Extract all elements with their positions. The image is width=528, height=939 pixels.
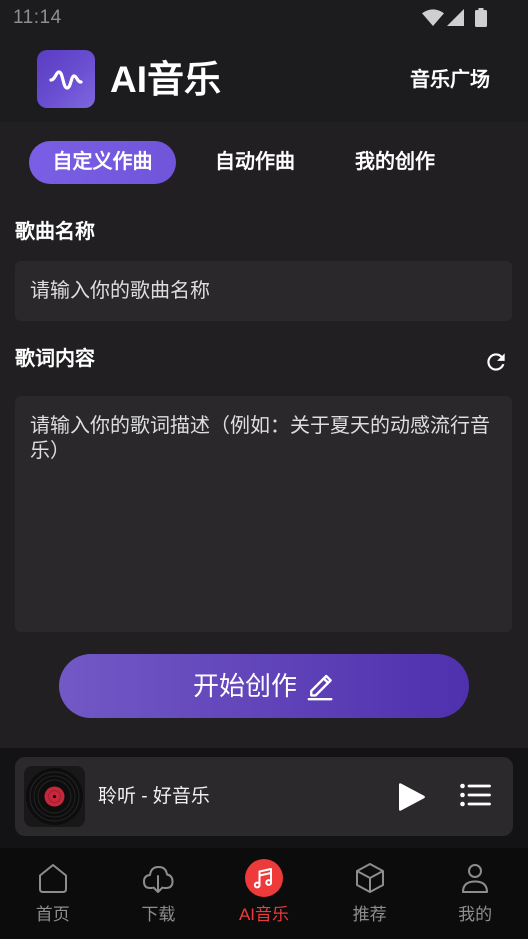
tab-my-creations[interactable]: 我的创作 [345, 141, 445, 184]
lyrics-textarea[interactable] [15, 396, 512, 632]
pencil-icon [305, 671, 335, 701]
playlist-button[interactable] [460, 783, 491, 807]
playlist-icon [460, 783, 491, 807]
song-name-input[interactable] [15, 261, 512, 321]
app-title: AI音乐 [110, 59, 221, 100]
vinyl-record-icon [24, 766, 85, 827]
app-header: AI音乐 音乐广场 [0, 36, 528, 122]
nav-item-ai-music[interactable]: AI音乐 [211, 848, 317, 939]
waveform-icon [37, 50, 95, 108]
start-compose-label: 开始创作 [192, 671, 297, 701]
bottom-nav: 首页 下载 AI音乐 推荐 我的 [0, 848, 528, 939]
lyrics-label: 歌词内容 [15, 348, 95, 370]
tab-custom-compose[interactable]: 自定义作曲 [29, 141, 176, 184]
wifi-icon [422, 9, 444, 26]
cube-icon [353, 861, 387, 895]
song-name-label: 歌曲名称 [15, 221, 95, 243]
compose-panel: 自定义作曲 自动作曲 我的创作 歌曲名称 歌词内容 开始创作 [0, 122, 528, 748]
nav-item-download[interactable]: 下载 [106, 848, 212, 939]
nav-label-download: 下载 [141, 905, 176, 924]
nav-label-ai-music: AI音乐 [238, 905, 290, 924]
nav-item-home[interactable]: 首页 [0, 848, 106, 939]
music-plaza-link[interactable]: 音乐广场 [410, 68, 490, 92]
mini-player[interactable]: 聆听 - 好音乐 [15, 757, 513, 836]
person-icon [458, 861, 492, 895]
start-compose-button[interactable]: 开始创作 [59, 654, 469, 718]
signal-icon [447, 9, 464, 26]
refresh-lyrics-button[interactable] [483, 349, 509, 375]
status-time: 11:14 [13, 7, 62, 28]
nav-label-home: 首页 [35, 905, 70, 924]
home-icon [36, 861, 70, 895]
nav-label-recommend: 推荐 [352, 905, 387, 924]
nav-label-profile: 我的 [458, 905, 493, 924]
app-logo [37, 50, 95, 108]
play-button[interactable] [398, 782, 426, 812]
nav-item-profile[interactable]: 我的 [422, 848, 528, 939]
nav-item-recommend[interactable]: 推荐 [317, 848, 423, 939]
album-cover[interactable] [24, 766, 85, 827]
play-icon [398, 782, 426, 812]
cloud-download-icon [141, 861, 175, 895]
battery-icon [475, 8, 487, 27]
music-note-icon [244, 859, 283, 897]
status-bar: 11:14 [0, 0, 528, 36]
track-title: 聆听 - 好音乐 [98, 786, 210, 807]
app-screen: 11:14 AI音乐 音乐广场 自定义作曲 自动作曲 我的创作 歌曲名称 请输入… [0, 0, 528, 939]
mini-player-area: 聆听 - 好音乐 [0, 748, 528, 848]
tab-auto-compose[interactable]: 自动作曲 [205, 141, 305, 184]
refresh-icon [483, 349, 509, 375]
